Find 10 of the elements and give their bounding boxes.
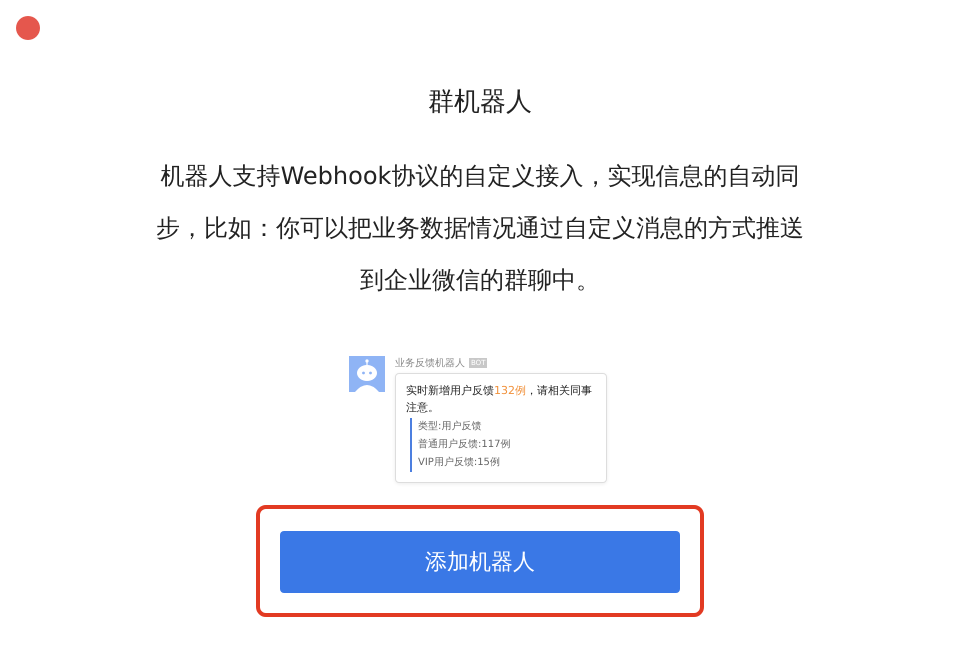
close-button[interactable] bbox=[16, 16, 40, 40]
page-title: 群机器人 bbox=[428, 86, 532, 119]
add-robot-button[interactable]: 添加机器人 bbox=[280, 531, 680, 593]
sender-name: 业务反馈机器人 bbox=[395, 356, 465, 370]
quote-line: VIP用户反馈:15例 bbox=[418, 456, 501, 470]
description: 机器人支持Webhook协议的自定义接入，实现信息的自动同步，比如：你可以把业务数据情况通过自定义消息的方式推送到企业微信的群聊中。 bbox=[155, 161, 805, 296]
quote-line: 普通用户反馈:117例 bbox=[418, 438, 512, 452]
quote-line: 类型:用户反馈 bbox=[418, 420, 482, 434]
robot-avatar-icon bbox=[349, 356, 385, 392]
message-text: 实时新增用户反馈132例，请相关同事注意。 bbox=[406, 383, 593, 416]
